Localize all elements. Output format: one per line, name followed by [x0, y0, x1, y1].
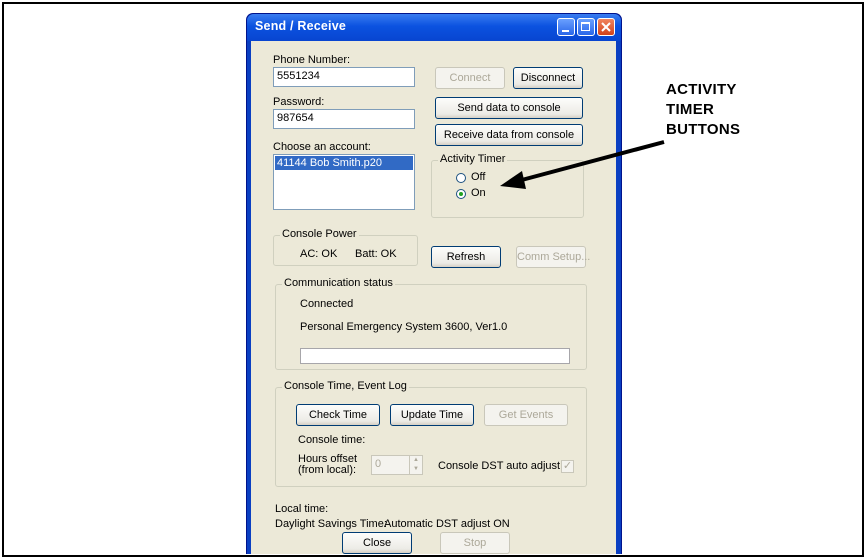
callout-arrow: [500, 140, 665, 189]
arrow-head-icon: [500, 171, 526, 189]
